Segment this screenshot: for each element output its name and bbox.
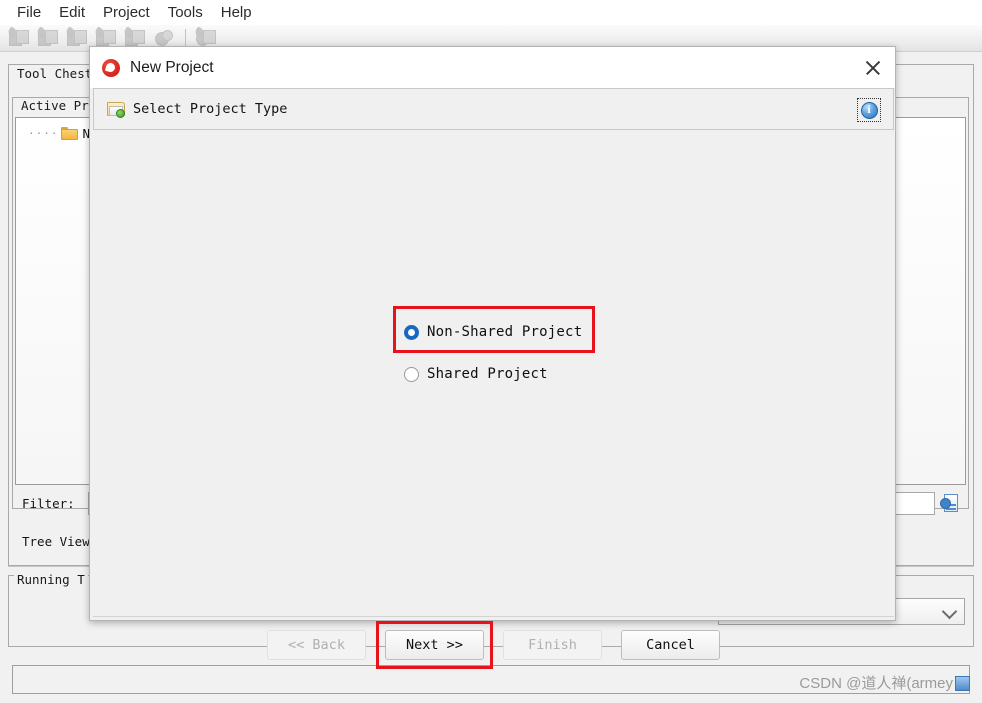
watermark-text: CSDN @道人禅(armey	[799, 675, 953, 692]
chevron-down-icon	[941, 603, 958, 619]
info-icon[interactable]	[857, 98, 881, 122]
dialog-body: Non-Shared Project Shared Project	[93, 132, 894, 616]
radio-label-non-shared-project: Non-Shared Project	[427, 324, 583, 340]
save-project-icon[interactable]	[63, 26, 89, 49]
folder-icon	[60, 127, 78, 140]
dialog-footer: << Back Next >> Finish Cancel	[93, 617, 894, 672]
tree-indent-guide: ····	[28, 127, 59, 140]
new-project-icon[interactable]	[5, 26, 31, 49]
toolbar-separator	[185, 28, 186, 48]
filter-label: Filter:	[22, 496, 75, 511]
dialog-step-title: Select Project Type	[133, 101, 288, 117]
radio-option-non-shared-project[interactable]: Non-Shared Project	[404, 317, 582, 347]
application-window: File Edit Project Tools Help Tool Chest …	[0, 0, 982, 703]
app-logo-icon	[102, 58, 120, 77]
project-type-radio-group: Non-Shared Project Shared Project	[404, 317, 582, 401]
back-button: << Back	[267, 629, 366, 660]
menu-item-tools[interactable]: Tools	[159, 2, 212, 23]
radio-label-shared-project: Shared Project	[427, 366, 548, 382]
finish-button: Finish	[503, 629, 602, 660]
radio-option-shared-project[interactable]: Shared Project	[404, 359, 582, 389]
next-button[interactable]: Next >>	[385, 629, 484, 660]
tool-chest-title: Tool Chest	[14, 66, 96, 81]
tree-item-row[interactable]: ···· NO	[28, 126, 98, 141]
dialog-header-band: Select Project Type	[93, 88, 894, 130]
menu-item-file[interactable]: File	[8, 2, 50, 23]
cancel-button[interactable]: Cancel	[621, 629, 720, 660]
watermark: CSDN @道人禅(armey	[799, 672, 970, 693]
refresh-filter-icon[interactable]	[940, 492, 962, 514]
menu-bar: File Edit Project Tools Help	[0, 0, 982, 25]
menu-item-project[interactable]: Project	[94, 2, 159, 23]
close-icon[interactable]	[861, 56, 885, 80]
new-project-dialog: New Project Select Project Type Non-Shar…	[89, 46, 896, 669]
tree-view-label: Tree View	[22, 534, 90, 549]
menu-item-help[interactable]: Help	[212, 2, 261, 23]
active-project-title: Active Pr	[18, 98, 92, 113]
running-tasks-title: Running T	[14, 572, 88, 587]
folder-add-icon	[107, 101, 126, 118]
dialog-title: New Project	[130, 58, 214, 76]
radio-indicator-unselected[interactable]	[404, 366, 419, 382]
menu-item-edit[interactable]: Edit	[50, 2, 94, 23]
watermark-badge-icon	[955, 676, 970, 691]
radio-indicator-selected[interactable]	[404, 324, 419, 340]
open-project-icon[interactable]	[34, 26, 60, 49]
next-button-wrapper: Next >>	[376, 620, 493, 669]
dialog-title-bar: New Project	[90, 47, 895, 88]
